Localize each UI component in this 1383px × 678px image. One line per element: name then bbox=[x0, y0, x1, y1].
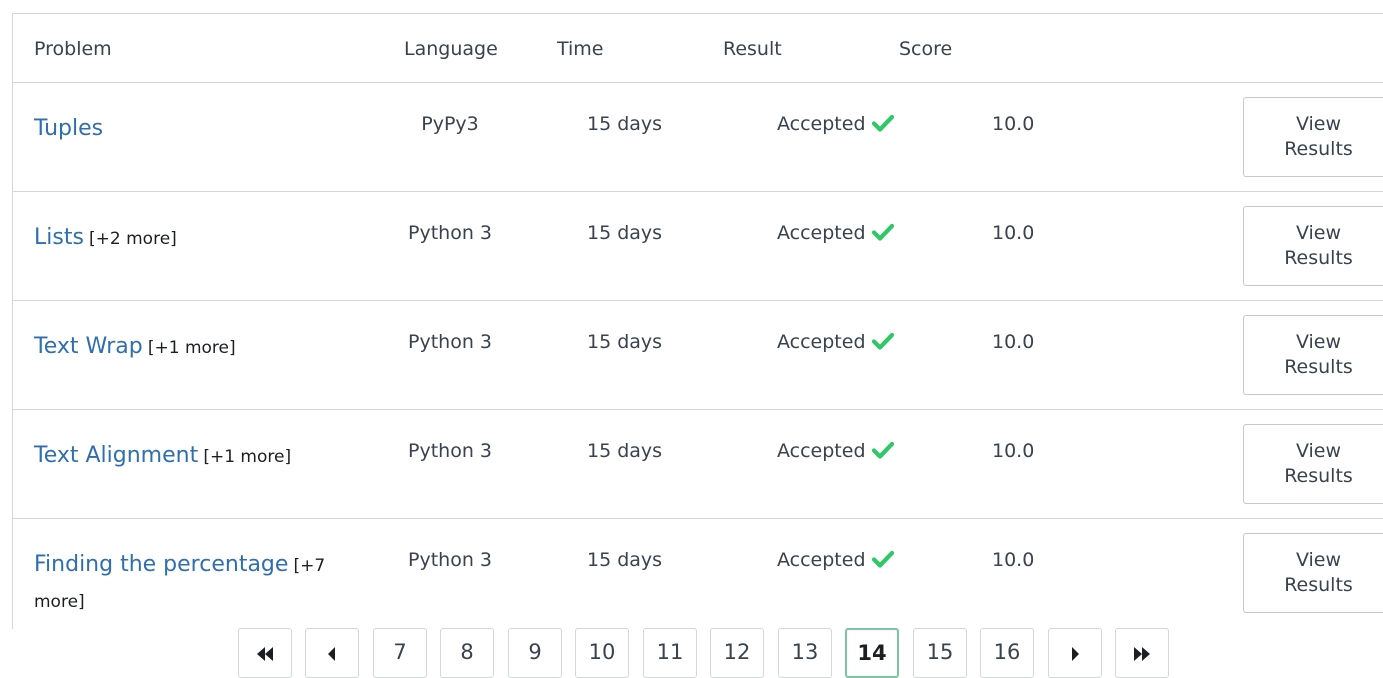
header-result: Result bbox=[723, 38, 782, 60]
view-results-label-line1: View bbox=[1295, 331, 1342, 353]
score-cell: 10.0 bbox=[992, 113, 1035, 135]
view-results-label-line1: View bbox=[1295, 113, 1342, 135]
last-page-button[interactable] bbox=[1115, 628, 1169, 678]
result-text: Accepted bbox=[777, 549, 866, 571]
view-results-button[interactable]: View Results bbox=[1243, 97, 1383, 177]
checkmark-icon bbox=[871, 441, 894, 459]
problem-link[interactable]: Tuples bbox=[34, 116, 103, 141]
page-11[interactable]: 11 bbox=[643, 628, 697, 678]
result-cell: Accepted bbox=[777, 440, 894, 462]
language-cell: Python 3 bbox=[408, 440, 492, 462]
checkmark-icon bbox=[871, 114, 894, 132]
next-page-button[interactable] bbox=[1048, 628, 1102, 678]
problem-link[interactable]: Lists bbox=[34, 225, 84, 250]
page-12[interactable]: 12 bbox=[710, 628, 764, 678]
double-chevron-left-icon bbox=[257, 647, 273, 661]
problem-cell: Text Alignment [+1 more] bbox=[34, 438, 334, 475]
view-results-label-line1: View bbox=[1295, 222, 1342, 244]
more-submissions-tag: [+1 more] bbox=[203, 447, 292, 467]
problem-link[interactable]: Text Wrap bbox=[34, 334, 143, 359]
result-text: Accepted bbox=[777, 113, 866, 135]
header-time: Time bbox=[557, 38, 604, 60]
time-cell: 15 days bbox=[587, 331, 663, 353]
submissions-table: Problem Language Time Result Score Tuple… bbox=[12, 13, 1383, 629]
first-page-button[interactable] bbox=[238, 628, 292, 678]
view-results-button[interactable]: View Results bbox=[1243, 315, 1383, 395]
view-results-label-line2: Results bbox=[1284, 247, 1353, 269]
result-cell: Accepted bbox=[777, 113, 894, 135]
checkmark-icon bbox=[871, 223, 894, 241]
view-results-button[interactable]: View Results bbox=[1243, 424, 1383, 504]
result-text: Accepted bbox=[777, 222, 866, 244]
score-cell: 10.0 bbox=[992, 331, 1035, 353]
page-13[interactable]: 13 bbox=[778, 628, 832, 678]
view-results-label-line2: Results bbox=[1284, 356, 1353, 378]
table-row: Finding the percentage [+7 more] Python … bbox=[13, 519, 1383, 628]
table-row: Text Alignment [+1 more] Python 3 15 day… bbox=[13, 410, 1383, 519]
checkmark-icon bbox=[871, 332, 894, 350]
result-cell: Accepted bbox=[777, 549, 894, 571]
table-row: Lists [+2 more] Python 3 15 days Accepte… bbox=[13, 192, 1383, 301]
chevron-left-icon bbox=[328, 647, 335, 661]
view-results-label-line1: View bbox=[1295, 549, 1342, 571]
language-cell: Python 3 bbox=[408, 331, 492, 353]
score-cell: 10.0 bbox=[992, 222, 1035, 244]
result-cell: Accepted bbox=[777, 331, 894, 353]
checkmark-icon bbox=[871, 550, 894, 568]
header-score: Score bbox=[899, 38, 953, 60]
view-results-button[interactable]: View Results bbox=[1243, 206, 1383, 286]
prev-page-button[interactable] bbox=[305, 628, 359, 678]
view-results-label-line1: View bbox=[1295, 440, 1342, 462]
page-14-current[interactable]: 14 bbox=[845, 628, 899, 678]
table-row: Tuples PyPy3 15 days Accepted 10.0 View … bbox=[13, 83, 1383, 192]
problem-cell: Finding the percentage [+7 more] bbox=[34, 547, 334, 620]
time-cell: 15 days bbox=[587, 549, 663, 571]
more-submissions-tag: [+1 more] bbox=[147, 338, 236, 358]
problem-cell: Tuples bbox=[34, 111, 334, 148]
page-15[interactable]: 15 bbox=[913, 628, 967, 678]
page-16[interactable]: 16 bbox=[980, 628, 1034, 678]
page-7[interactable]: 7 bbox=[373, 628, 427, 678]
score-cell: 10.0 bbox=[992, 440, 1035, 462]
time-cell: 15 days bbox=[587, 440, 663, 462]
language-cell: Python 3 bbox=[408, 549, 492, 571]
time-cell: 15 days bbox=[587, 222, 663, 244]
language-cell: Python 3 bbox=[408, 222, 492, 244]
score-cell: 10.0 bbox=[992, 549, 1035, 571]
table-row: Text Wrap [+1 more] Python 3 15 days Acc… bbox=[13, 301, 1383, 410]
problem-link[interactable]: Finding the percentage bbox=[34, 552, 288, 577]
problem-link[interactable]: Text Alignment bbox=[34, 443, 198, 468]
page-8[interactable]: 8 bbox=[440, 628, 494, 678]
view-results-label-line2: Results bbox=[1284, 574, 1353, 596]
view-results-label-line2: Results bbox=[1284, 138, 1353, 160]
table-header: Problem Language Time Result Score bbox=[13, 14, 1383, 83]
view-results-button[interactable]: View Results bbox=[1243, 533, 1383, 613]
result-cell: Accepted bbox=[777, 222, 894, 244]
page-10[interactable]: 10 bbox=[575, 628, 629, 678]
language-cell: PyPy3 bbox=[421, 113, 479, 135]
header-language: Language bbox=[404, 38, 498, 60]
problem-cell: Lists [+2 more] bbox=[34, 220, 334, 257]
page-9[interactable]: 9 bbox=[508, 628, 562, 678]
chevron-right-icon bbox=[1072, 647, 1079, 661]
double-chevron-right-icon bbox=[1134, 647, 1150, 661]
time-cell: 15 days bbox=[587, 113, 663, 135]
result-text: Accepted bbox=[777, 331, 866, 353]
result-text: Accepted bbox=[777, 440, 866, 462]
problem-cell: Text Wrap [+1 more] bbox=[34, 329, 334, 366]
more-submissions-tag: [+2 more] bbox=[89, 229, 177, 249]
header-problem: Problem bbox=[34, 38, 112, 60]
view-results-label-line2: Results bbox=[1284, 465, 1353, 487]
